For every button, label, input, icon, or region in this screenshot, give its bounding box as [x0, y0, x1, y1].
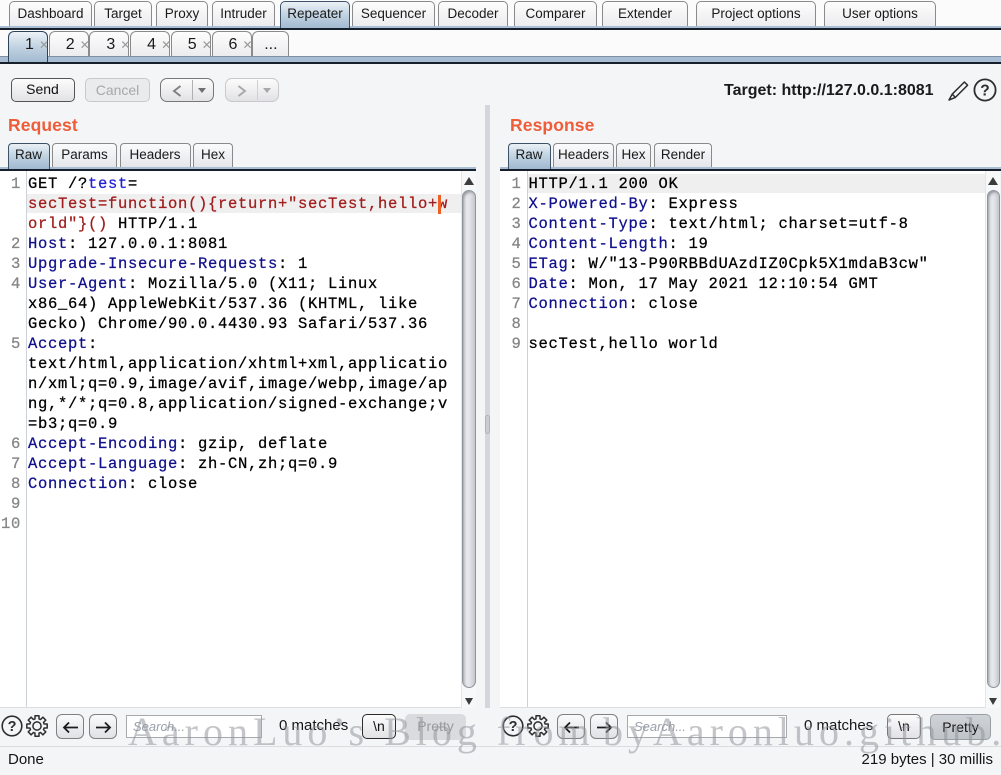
- svg-text:?: ?: [8, 719, 17, 735]
- svg-text:?: ?: [980, 83, 989, 100]
